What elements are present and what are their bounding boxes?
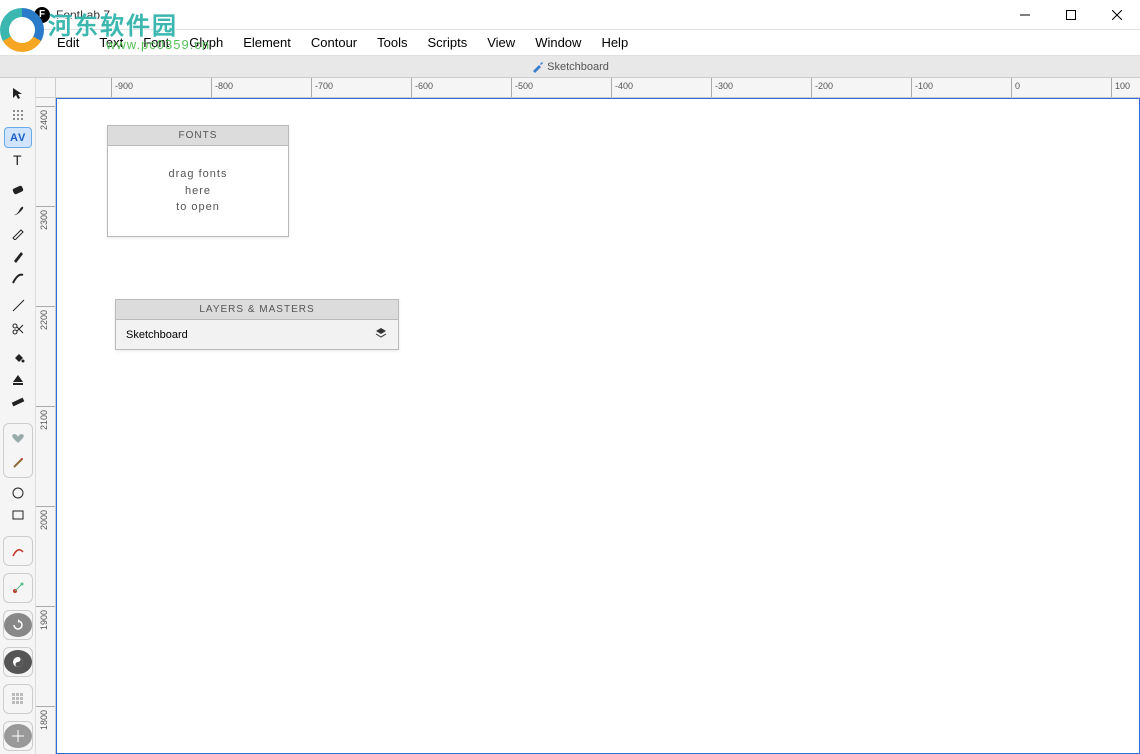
minimize-button[interactable] <box>1002 0 1048 30</box>
menu-help[interactable]: Help <box>591 31 638 54</box>
menu-edit[interactable]: Edit <box>47 31 89 54</box>
menu-glyph[interactable]: Glyph <box>179 31 233 54</box>
anchor-tool[interactable] <box>4 576 32 600</box>
eraser-tool[interactable] <box>4 178 32 199</box>
tab-label: Sketchboard <box>547 61 609 73</box>
magic-wand-tool[interactable] <box>4 451 32 475</box>
rotate-tool[interactable] <box>4 613 32 637</box>
layer-row[interactable]: Sketchboard <box>116 320 398 349</box>
fill-tool[interactable] <box>4 347 32 368</box>
title-bar: ✕ F FontLab 7 <box>0 0 1140 30</box>
svg-text:V: V <box>18 132 26 144</box>
svg-text:T: T <box>13 153 22 167</box>
scissors-tool[interactable] <box>4 318 32 339</box>
yin-yang-tool[interactable] <box>4 650 32 674</box>
transform-tool[interactable] <box>4 724 32 748</box>
panel-close-icon[interactable]: ✕ <box>4 5 24 25</box>
heart-tool[interactable] <box>4 426 32 450</box>
menu-contour[interactable]: Contour <box>301 31 367 54</box>
text-tool[interactable]: T <box>4 149 32 170</box>
brush-tool[interactable] <box>4 200 32 221</box>
menu-bar: FileEditTextFontGlyphElementContourTools… <box>0 30 1140 56</box>
brush-icon <box>531 61 543 73</box>
menu-element[interactable]: Element <box>233 31 301 54</box>
curve-tool[interactable] <box>4 539 32 563</box>
layers-stack-icon <box>374 326 388 343</box>
menu-window[interactable]: Window <box>525 31 591 54</box>
app-icon: F <box>34 7 50 23</box>
close-button[interactable] <box>1094 0 1140 30</box>
menu-text[interactable]: Text <box>89 31 133 54</box>
vertical-ruler: 2400230022002100200019001800 <box>36 98 56 754</box>
pencil-tool[interactable] <box>4 223 32 244</box>
layers-panel-title: LAYERS & MASTERS <box>116 300 398 320</box>
toolbox: AV T <box>0 78 36 754</box>
menu-tools[interactable]: Tools <box>367 31 417 54</box>
pen-tool[interactable] <box>4 245 32 266</box>
sketchboard-canvas[interactable]: FONTS drag fonts here to open LAYERS & M… <box>56 98 1140 754</box>
fonts-panel-dropzone[interactable]: drag fonts here to open <box>108 146 288 236</box>
guides-tool[interactable] <box>4 104 32 125</box>
knife-tool[interactable] <box>4 296 32 317</box>
document-tab[interactable]: Sketchboard <box>0 56 1140 78</box>
pointer-tool[interactable] <box>4 82 32 103</box>
ruler-corner <box>36 78 56 98</box>
menu-scripts[interactable]: Scripts <box>418 31 478 54</box>
ellipse-tool[interactable] <box>4 482 32 503</box>
svg-text:A: A <box>10 132 18 144</box>
menu-view[interactable]: View <box>477 31 525 54</box>
fonts-panel-title: FONTS <box>108 126 288 146</box>
layer-name: Sketchboard <box>126 329 374 341</box>
gradient-tool[interactable] <box>4 369 32 390</box>
maximize-button[interactable] <box>1048 0 1094 30</box>
ruler-tool[interactable] <box>4 391 32 412</box>
grid-tool[interactable] <box>4 687 32 711</box>
fonts-panel[interactable]: FONTS drag fonts here to open <box>107 125 289 237</box>
menu-file[interactable]: File <box>6 31 47 54</box>
calligraphy-tool[interactable] <box>4 267 32 288</box>
horizontal-ruler: -900-800-700-600-500-400-300-200-1000100 <box>56 78 1140 98</box>
metrics-tool[interactable]: AV <box>4 127 32 149</box>
rectangle-tool[interactable] <box>4 504 32 525</box>
menu-font[interactable]: Font <box>133 31 179 54</box>
layers-panel[interactable]: LAYERS & MASTERS Sketchboard <box>115 299 399 350</box>
window-title: FontLab 7 <box>56 8 1002 22</box>
